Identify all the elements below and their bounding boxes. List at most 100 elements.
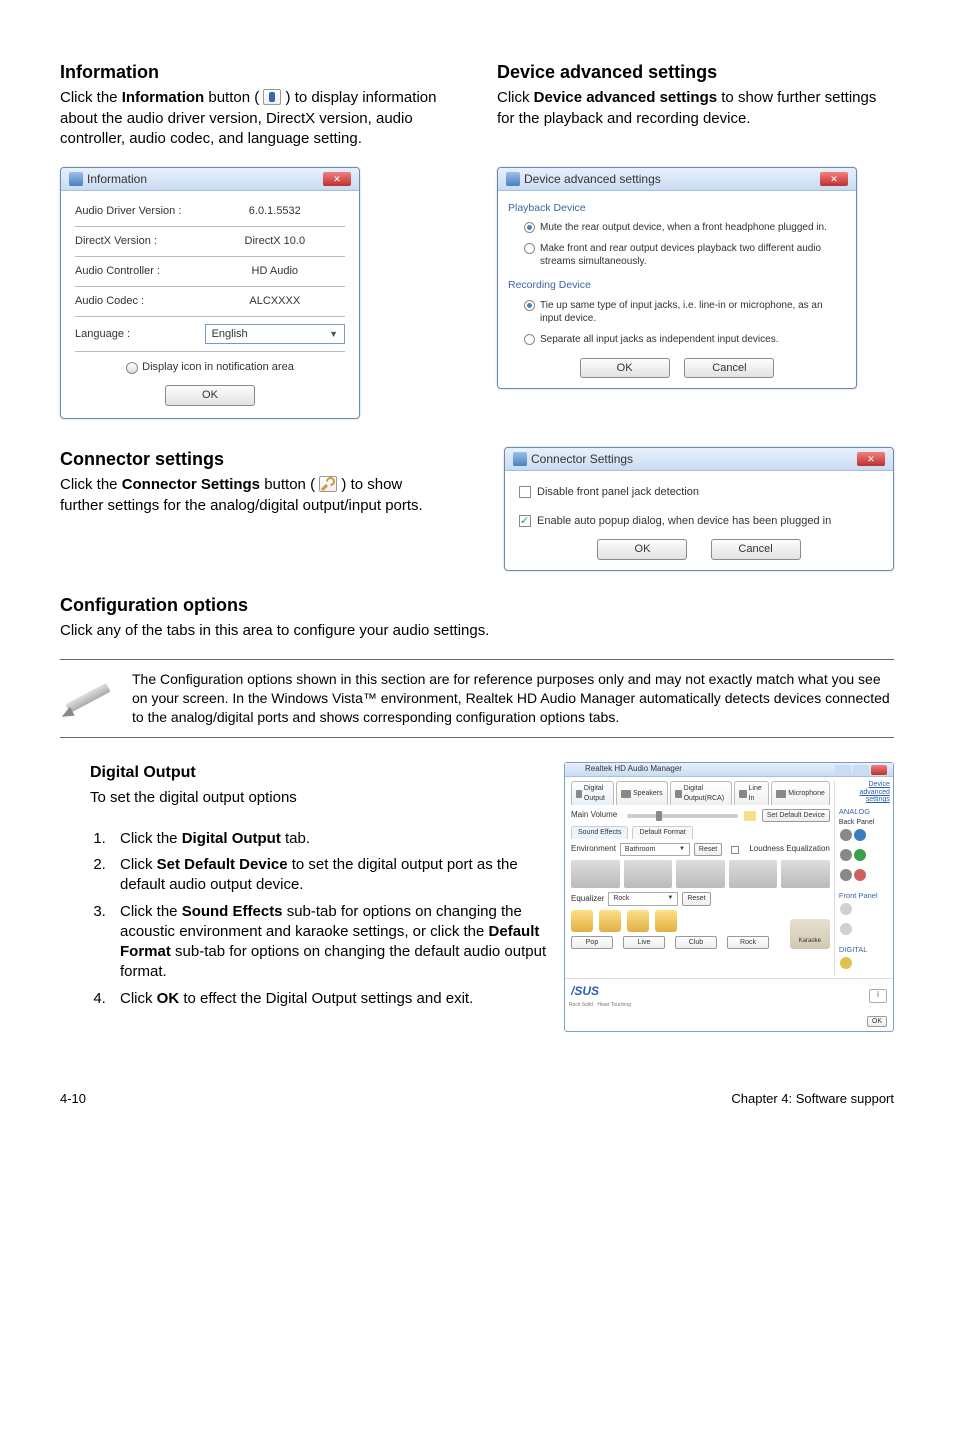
txt: tab. [281, 830, 310, 847]
hdmgr-title: Realtek HD Audio Manager [585, 764, 682, 775]
playback-opt2[interactable]: Make front and rear output devices playb… [508, 242, 846, 276]
scene-thumb[interactable] [571, 860, 620, 888]
directx-version-label: DirectX Version : [75, 234, 205, 249]
txt: Click [120, 856, 157, 873]
notification-checkbox[interactable] [126, 362, 138, 374]
radio-icon [524, 243, 535, 254]
close-icon[interactable]: ✕ [820, 172, 848, 186]
information-icon [263, 89, 281, 105]
recording-group-label: Recording Device [508, 278, 846, 292]
scene-thumb[interactable] [729, 860, 778, 888]
txt: Click the [120, 830, 182, 847]
reset-button[interactable]: Reset [682, 892, 710, 905]
eq-icon[interactable] [655, 910, 677, 932]
tab-microphone[interactable]: Microphone [771, 781, 830, 805]
txt-bold: Connector Settings [122, 476, 260, 493]
txt-bold: Sound Effects [182, 903, 283, 920]
recording-opt1-label: Tie up same type of input jacks, i.e. li… [540, 299, 846, 325]
preset-live-button[interactable]: Live [623, 936, 665, 949]
connector-heading: Connector settings [60, 447, 444, 471]
playback-opt2-label: Make front and rear output devices playb… [540, 242, 846, 268]
eq-icon[interactable] [627, 910, 649, 932]
tab-digital-output[interactable]: Digital Output [571, 781, 614, 805]
loudness-label: Loudness Equalization [749, 844, 830, 855]
information-icon[interactable]: i [869, 989, 887, 1003]
info-ok-button[interactable]: OK [165, 385, 255, 406]
connector-paragraph: Click the Connector Settings button ( ) … [60, 475, 444, 516]
note-pencil-icon [60, 670, 118, 716]
recording-opt2[interactable]: Separate all input jacks as independent … [508, 333, 846, 354]
eq-icon[interactable] [599, 910, 621, 932]
language-select[interactable]: English ▼ [205, 324, 345, 345]
close-icon[interactable]: ✕ [323, 172, 351, 186]
tab-label: Speakers [633, 789, 663, 798]
dev-ok-button[interactable]: OK [580, 358, 670, 379]
audio-codec-value: ALCXXXX [205, 294, 345, 309]
front-panel-label: Front Panel [839, 891, 890, 901]
device-advanced-settings-link[interactable]: Device advanced settings [839, 781, 890, 804]
minimize-icon[interactable] [835, 765, 851, 775]
wrench-icon [319, 476, 337, 492]
recording-opt1[interactable]: Tie up same type of input jacks, i.e. li… [508, 299, 846, 333]
driver-version-value: 6.0.1.5532 [205, 204, 345, 219]
back-panel-ports [839, 828, 890, 888]
playback-opt1[interactable]: Mute the rear output device, when a fron… [508, 221, 846, 242]
conn-cancel-button[interactable]: Cancel [711, 539, 801, 560]
volume-label: Main Volume [571, 810, 621, 821]
dev-cancel-button[interactable]: Cancel [684, 358, 774, 379]
checkbox-icon[interactable] [731, 846, 739, 854]
radio-icon [524, 222, 535, 233]
device-icon [621, 790, 631, 798]
txt: to effect the Digital Output settings an… [179, 990, 473, 1007]
subtab-default-format[interactable]: Default Format [632, 826, 692, 838]
txt: Click [497, 89, 534, 106]
equalizer-select[interactable]: Rock▼ [608, 892, 678, 905]
notification-label: Display icon in notification area [142, 361, 294, 373]
asus-tagline: Rock Solid · Heart Touching [569, 1002, 631, 1008]
close-icon[interactable] [871, 765, 887, 775]
maximize-icon[interactable] [853, 765, 869, 775]
eq-icon[interactable] [571, 910, 593, 932]
hd-audio-manager-window: Realtek HD Audio Manager Digital Output … [564, 762, 894, 1032]
set-default-device-button[interactable]: Set Default Device [762, 809, 830, 822]
scene-thumb[interactable] [624, 860, 673, 888]
scene-thumb[interactable] [676, 860, 725, 888]
subtab-sound-effects[interactable]: Sound Effects [571, 826, 628, 838]
environment-label: Environment [571, 844, 616, 855]
device-icon [675, 790, 682, 798]
tab-label: Microphone [788, 789, 825, 798]
tab-line-in[interactable]: Line In [734, 781, 769, 805]
preset-rock-button[interactable]: Rock [727, 936, 769, 949]
reset-button[interactable]: Reset [694, 843, 722, 856]
dev-dlg-title-bar: Device advanced settings ✕ [498, 168, 856, 191]
tab-label: Digital Output [584, 784, 609, 803]
preset-pop-button[interactable]: Pop [571, 936, 613, 949]
device-adv-paragraph: Click Device advanced settings to show f… [497, 88, 894, 129]
close-icon[interactable]: ✕ [857, 452, 885, 466]
speaker-icon[interactable] [744, 811, 756, 821]
disable-front-panel-option[interactable]: Disable front panel jack detection [519, 481, 879, 510]
txt: Click the [120, 903, 182, 920]
environment-select[interactable]: Bathroom▼ [620, 843, 690, 856]
txt-bold: OK [157, 990, 180, 1007]
info-heading: Information [60, 60, 457, 84]
tab-speakers[interactable]: Speakers [616, 781, 668, 805]
enable-auto-popup-option[interactable]: Enable auto popup dialog, when device ha… [519, 510, 879, 539]
asus-logo: /SUS [571, 984, 599, 998]
audio-codec-label: Audio Codec : [75, 294, 205, 309]
preset-club-button[interactable]: Club [675, 936, 717, 949]
tab-digital-output-rca[interactable]: Digital Output(RCA) [670, 781, 732, 805]
scene-thumb[interactable] [781, 860, 830, 888]
speaker-icon [506, 172, 520, 186]
speaker-icon [69, 172, 83, 186]
checkbox-icon [519, 486, 531, 498]
karaoke-control[interactable]: Karaoke [790, 919, 830, 949]
txt: Click the [60, 476, 122, 493]
volume-slider[interactable] [627, 814, 738, 818]
playback-group-label: Playback Device [508, 201, 846, 215]
driver-version-label: Audio Driver Version : [75, 204, 205, 219]
device-icon [576, 790, 582, 798]
hdmgr-ok-button[interactable]: OK [867, 1016, 887, 1027]
conn-ok-button[interactable]: OK [597, 539, 687, 560]
txt-bold: Device advanced settings [534, 89, 717, 106]
